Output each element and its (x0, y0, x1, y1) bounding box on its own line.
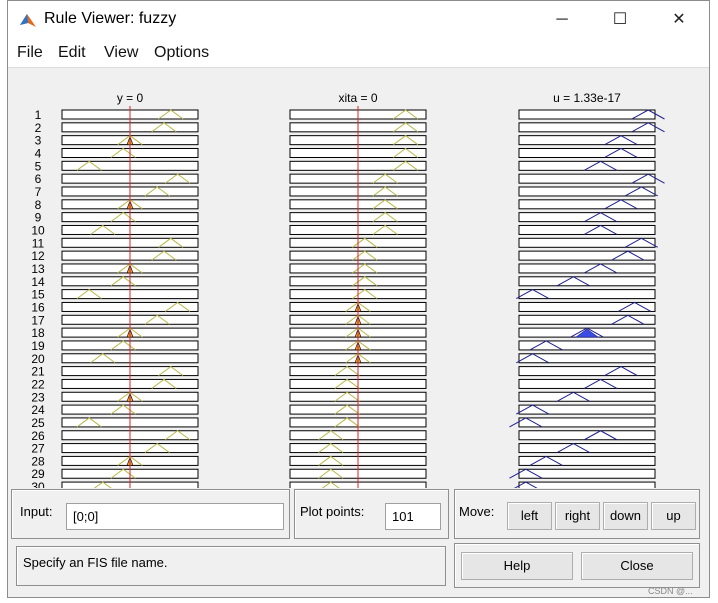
rule-plots: y = 0 xita = 0u = 1.33e-17123456789101112… (31, 91, 665, 488)
window-title: Rule Viewer: fuzzy (44, 10, 177, 27)
maximize-button[interactable]: ☐ (597, 7, 643, 33)
rule-box (518, 237, 656, 248)
move-right-button[interactable]: right (555, 502, 600, 530)
menu-view[interactable]: View (104, 44, 138, 62)
column-title: u = 1.33e-17 (553, 91, 621, 105)
move-label: Move: (459, 504, 495, 519)
title-bar: Rule Viewer: fuzzy ─ ☐ ✕ (8, 1, 709, 39)
column-title: y = 0 (117, 91, 144, 105)
move-down-button[interactable]: down (603, 502, 648, 530)
rule-box (518, 481, 656, 488)
menu-bar: File Edit View Options (8, 39, 709, 68)
action-panel: Help Close (454, 543, 700, 588)
close-button[interactable]: Close (581, 552, 693, 580)
input-label: Input: (20, 504, 53, 519)
minimize-button[interactable]: ─ (539, 7, 585, 33)
rule-box (518, 353, 656, 364)
rule-box (518, 250, 656, 261)
plot-points-field[interactable]: 101 (385, 503, 441, 530)
rule-box (518, 404, 656, 415)
input-panel: Input: [0;0] (11, 489, 290, 539)
plot-points-panel: Plot points: 101 (294, 489, 449, 539)
input-field[interactable]: [0;0] (66, 503, 284, 530)
status-text: Specify an FIS file name. (23, 555, 168, 570)
rule-box (518, 340, 656, 351)
rule-box (518, 186, 656, 197)
close-window-button[interactable]: ✕ (656, 7, 702, 33)
status-panel: Specify an FIS file name. (16, 546, 446, 586)
column-title: xita = 0 (338, 91, 377, 105)
matlab-logo-icon (20, 14, 36, 27)
move-up-button[interactable]: up (651, 502, 696, 530)
move-left-button[interactable]: left (507, 502, 552, 530)
help-button[interactable]: Help (461, 552, 573, 580)
menu-file[interactable]: File (17, 44, 43, 62)
rule-box (518, 455, 656, 466)
watermark: CSDN @... (648, 586, 693, 596)
rule-box (518, 289, 656, 300)
move-panel: Move: left right down up (454, 489, 700, 539)
rule-box (518, 301, 656, 312)
plot-points-label: Plot points: (300, 504, 365, 519)
rule-viewer-window: Rule Viewer: fuzzy ─ ☐ ✕ File Edit View … (7, 0, 710, 598)
rule-box (518, 314, 656, 325)
rule-number: 30 (31, 480, 45, 488)
rule-plot-area[interactable]: y = 0 xita = 0u = 1.33e-17 1 2 3 4 5 6 7 8 9 10 11 12… (8, 68, 709, 488)
menu-options[interactable]: Options (154, 44, 209, 62)
menu-edit[interactable]: Edit (58, 44, 86, 62)
